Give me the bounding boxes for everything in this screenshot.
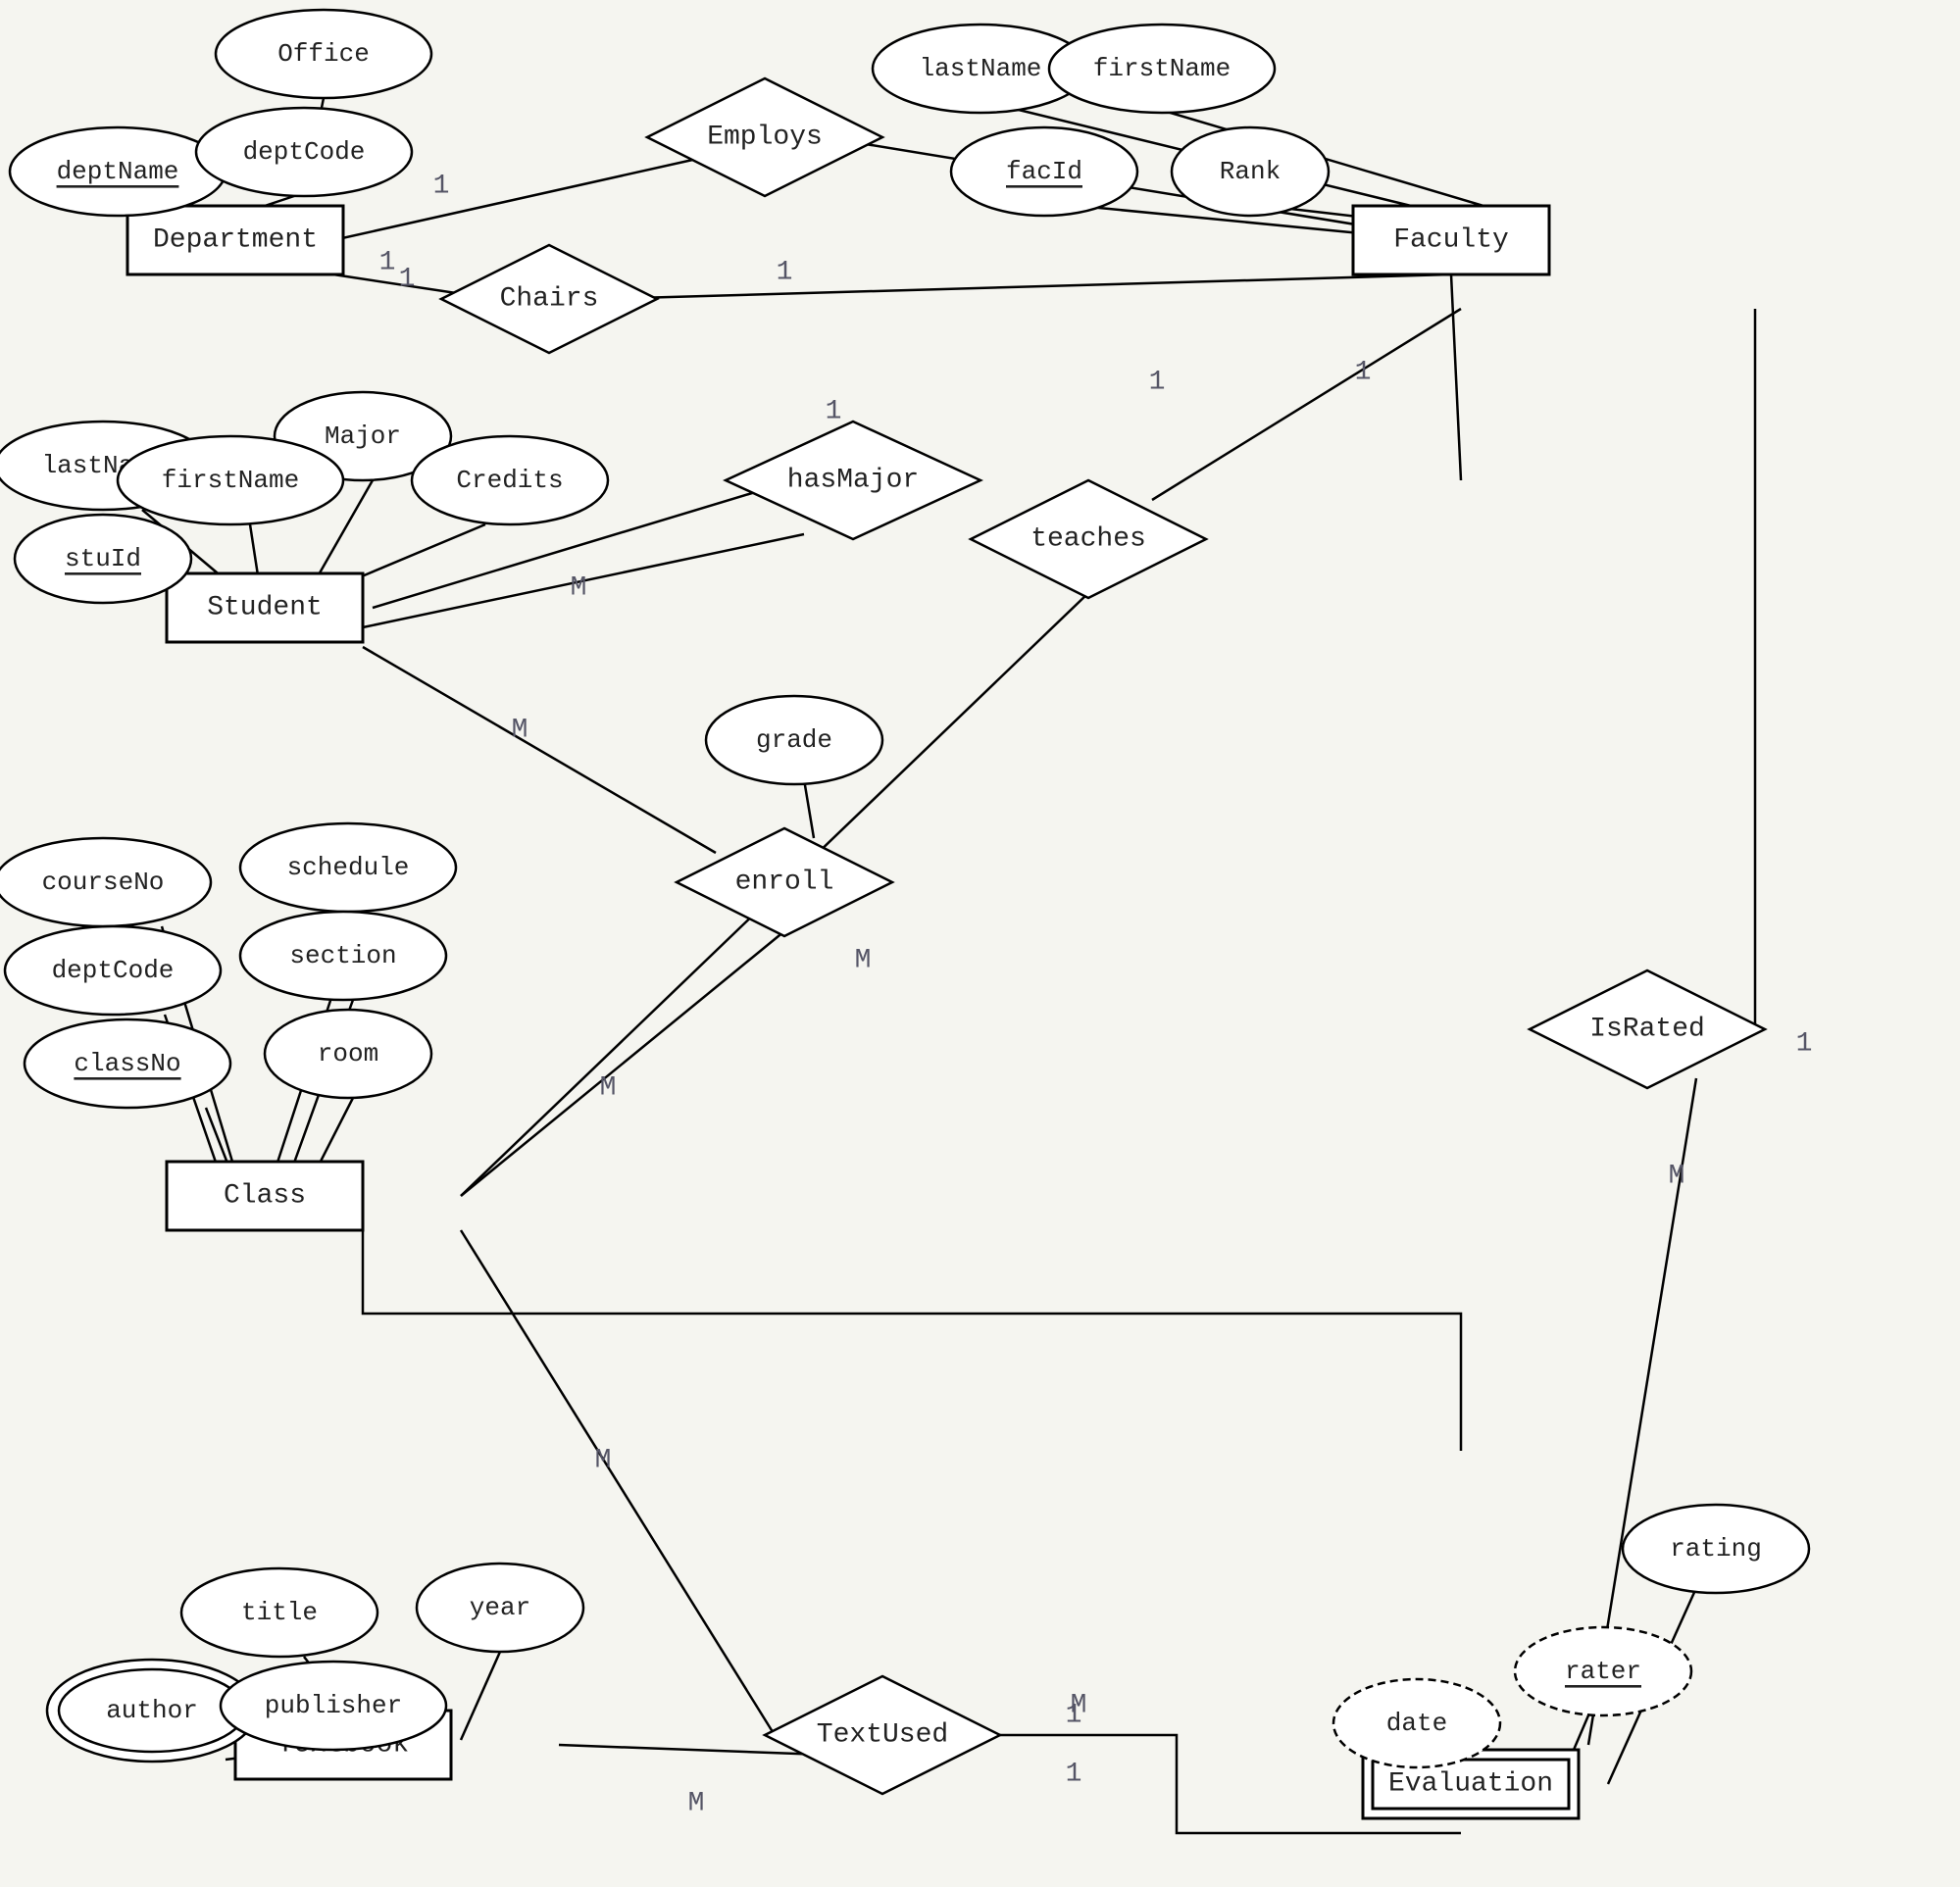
facid-label: facId bbox=[1006, 157, 1082, 186]
svg-text:1: 1 bbox=[433, 172, 450, 202]
hasMajor-label: hasMajor bbox=[787, 466, 919, 496]
author-label: author bbox=[106, 1696, 198, 1725]
year-label: year bbox=[470, 1593, 530, 1622]
svg-text:1: 1 bbox=[399, 265, 416, 295]
faculty-firstname-label: firstName bbox=[1093, 54, 1231, 83]
date-label: date bbox=[1386, 1709, 1447, 1738]
grade-label: grade bbox=[756, 725, 832, 755]
svg-text:M: M bbox=[600, 1073, 617, 1104]
rater-label: rater bbox=[1565, 1657, 1641, 1686]
svg-text:M: M bbox=[595, 1446, 612, 1476]
room-label: room bbox=[318, 1039, 378, 1068]
svg-text:1: 1 bbox=[777, 258, 793, 288]
major-label: Major bbox=[325, 422, 401, 451]
svg-text:1: 1 bbox=[826, 397, 842, 427]
svg-text:1: 1 bbox=[1149, 368, 1166, 398]
schedule-label: schedule bbox=[287, 853, 410, 882]
enroll-label: enroll bbox=[735, 868, 834, 898]
faculty-lastname-label: lastName bbox=[920, 54, 1042, 83]
office-label: Office bbox=[277, 39, 370, 69]
svg-text:1: 1 bbox=[1066, 1760, 1082, 1790]
chairs-label: Chairs bbox=[500, 284, 599, 315]
publisher-label: publisher bbox=[265, 1691, 402, 1720]
class-deptcode-label: deptCode bbox=[52, 956, 175, 985]
credits-label: Credits bbox=[456, 466, 563, 495]
classno-label: classNo bbox=[74, 1049, 180, 1078]
faculty-label: Faculty bbox=[1393, 225, 1509, 256]
employs-label: Employs bbox=[707, 123, 823, 153]
svg-text:M: M bbox=[855, 946, 872, 976]
svg-text:M: M bbox=[1669, 1162, 1685, 1192]
svg-text:1: 1 bbox=[1066, 1701, 1082, 1731]
deptcode-label: deptCode bbox=[243, 137, 366, 167]
student-label: Student bbox=[207, 593, 323, 623]
rating-label: rating bbox=[1670, 1534, 1762, 1564]
deptname-label: deptName bbox=[57, 157, 179, 186]
svg-text:1: 1 bbox=[1796, 1029, 1813, 1060]
section-label: section bbox=[289, 941, 396, 970]
courseno-label: courseNo bbox=[42, 868, 165, 897]
class-label: Class bbox=[224, 1181, 306, 1212]
stuid-label: stuId bbox=[65, 544, 141, 573]
title-label: title bbox=[241, 1598, 318, 1627]
teaches-label: teaches bbox=[1030, 524, 1146, 555]
svg-text:1: 1 bbox=[379, 248, 396, 278]
evaluation-label: Evaluation bbox=[1388, 1769, 1553, 1800]
svg-text:1: 1 bbox=[1355, 358, 1372, 388]
svg-text:M: M bbox=[512, 716, 528, 746]
rank-label: Rank bbox=[1220, 157, 1281, 186]
department-label: Department bbox=[153, 225, 318, 256]
textused-label: TextUsed bbox=[817, 1720, 948, 1751]
svg-text:M: M bbox=[688, 1789, 705, 1819]
student-firstname-label: firstName bbox=[162, 466, 299, 495]
israted-label: IsRated bbox=[1589, 1015, 1705, 1045]
svg-text:M: M bbox=[571, 573, 587, 604]
